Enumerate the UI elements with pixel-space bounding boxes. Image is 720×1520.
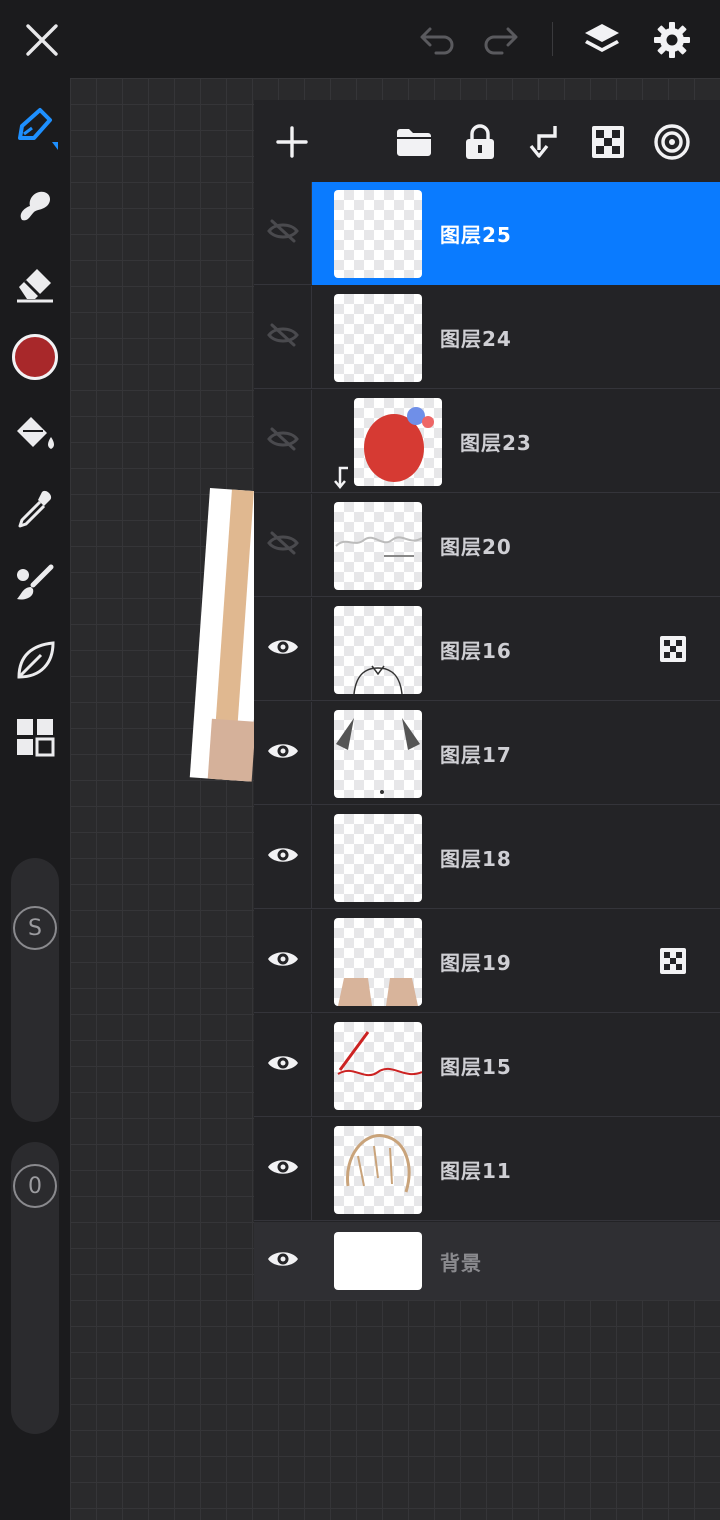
visibility-toggle[interactable] (254, 494, 312, 596)
current-color-dot[interactable] (12, 334, 58, 380)
layer-name: 图层16 (440, 638, 512, 663)
top-toolbar (0, 0, 720, 78)
eraser-icon[interactable] (10, 258, 60, 308)
layer-row[interactable]: 图层19 (254, 910, 720, 1013)
visibility-toggle[interactable] (254, 806, 312, 908)
eye-icon[interactable] (266, 1052, 300, 1078)
eye-hidden-icon[interactable] (266, 322, 300, 352)
fill-bucket-icon[interactable] (10, 408, 60, 458)
layer-name: 图层24 (440, 326, 512, 351)
layer-name: 图层19 (440, 950, 512, 975)
alpha-lock-icon[interactable] (586, 120, 630, 164)
plus-icon[interactable] (270, 120, 314, 164)
layer-thumbnail (334, 1232, 422, 1290)
layer-panel-toolbar (254, 100, 720, 182)
layer-name: 背景 (440, 1250, 482, 1275)
visibility-toggle[interactable] (254, 1118, 312, 1220)
brush-library-icon[interactable] (10, 560, 60, 610)
visibility-toggle[interactable] (254, 598, 312, 700)
layer-row[interactable]: 图层17 (254, 702, 720, 805)
layer-row[interactable]: 图层18 (254, 806, 720, 909)
layer-thumbnail (334, 710, 422, 798)
eye-icon[interactable] (266, 844, 300, 870)
clip-mask-icon[interactable] (522, 120, 566, 164)
layer-name: 图层23 (460, 430, 532, 455)
toolbar-divider (552, 22, 553, 56)
color-swatch[interactable] (10, 332, 60, 382)
visibility-toggle[interactable] (254, 910, 312, 1012)
visibility-toggle[interactable] (254, 1222, 312, 1300)
layer-thumbnail (334, 918, 422, 1006)
layer-name: 图层20 (440, 534, 512, 559)
eye-icon[interactable] (266, 948, 300, 974)
layer-name: 图层17 (440, 742, 512, 767)
brush-size-slider[interactable]: S (11, 858, 59, 1122)
layer-thumbnail (334, 606, 422, 694)
target-icon[interactable] (650, 120, 694, 164)
layer-name: 图层25 (440, 222, 512, 247)
visibility-toggle[interactable] (254, 286, 312, 388)
layer-thumbnail (334, 502, 422, 590)
layer-name: 图层15 (440, 1054, 512, 1079)
layer-thumbnail (334, 294, 422, 382)
size-slider-knob[interactable]: S (13, 906, 57, 950)
redo-icon[interactable] (478, 18, 524, 62)
visibility-toggle[interactable] (254, 702, 312, 804)
gear-icon[interactable] (648, 16, 696, 64)
layer-name: 图层18 (440, 846, 512, 871)
leaf-icon[interactable] (10, 636, 60, 686)
background-layer-row[interactable]: 背景 (254, 1222, 720, 1300)
alpha-lock-icon (660, 948, 686, 974)
layer-name: 图层11 (440, 1158, 512, 1183)
smudge-icon[interactable] (10, 180, 60, 230)
visibility-toggle[interactable] (254, 182, 312, 284)
layer-row[interactable]: 图层24 (254, 286, 720, 389)
eyedropper-icon[interactable] (10, 484, 60, 534)
layer-row[interactable]: 图层15 (254, 1014, 720, 1117)
eye-icon[interactable] (266, 1156, 300, 1182)
layer-thumbnail (334, 814, 422, 902)
folder-icon[interactable] (392, 120, 436, 164)
eye-hidden-icon[interactable] (266, 426, 300, 456)
eye-icon[interactable] (266, 1248, 300, 1274)
layer-thumbnail (334, 1126, 422, 1214)
visibility-toggle[interactable] (254, 1014, 312, 1116)
layer-row[interactable]: 图层23 (254, 390, 720, 493)
layers-icon[interactable] (578, 16, 626, 64)
layer-row[interactable]: 图层11 (254, 1118, 720, 1221)
left-toolbar: S 0 (0, 78, 70, 1520)
layer-panel: 图层25 图层24 图层23 图层20 图层16 图层17 图层18 图层19 图层15 图层11… (254, 100, 720, 1300)
clip-arrow-icon (332, 466, 350, 494)
layer-thumbnail (334, 1022, 422, 1110)
layer-row[interactable]: 图层20 (254, 494, 720, 597)
eye-icon[interactable] (266, 636, 300, 662)
layer-row[interactable]: 图层16 (254, 598, 720, 701)
alpha-lock-icon (660, 636, 686, 662)
layer-thumbnail (334, 190, 422, 278)
lock-icon[interactable] (458, 120, 502, 164)
layer-row[interactable]: 图层25 (254, 182, 720, 285)
brush-pen-icon[interactable] (10, 102, 60, 152)
eye-icon[interactable] (266, 740, 300, 766)
undo-icon[interactable] (414, 18, 460, 62)
eye-hidden-icon[interactable] (266, 218, 300, 248)
visibility-toggle[interactable] (254, 390, 312, 492)
opacity-slider-knob[interactable]: 0 (13, 1164, 57, 1208)
layer-thumbnail (354, 398, 442, 486)
eye-hidden-icon[interactable] (266, 530, 300, 560)
grid-menu-icon[interactable] (10, 712, 60, 762)
close-icon[interactable] (18, 16, 66, 64)
opacity-slider[interactable]: 0 (11, 1142, 59, 1434)
